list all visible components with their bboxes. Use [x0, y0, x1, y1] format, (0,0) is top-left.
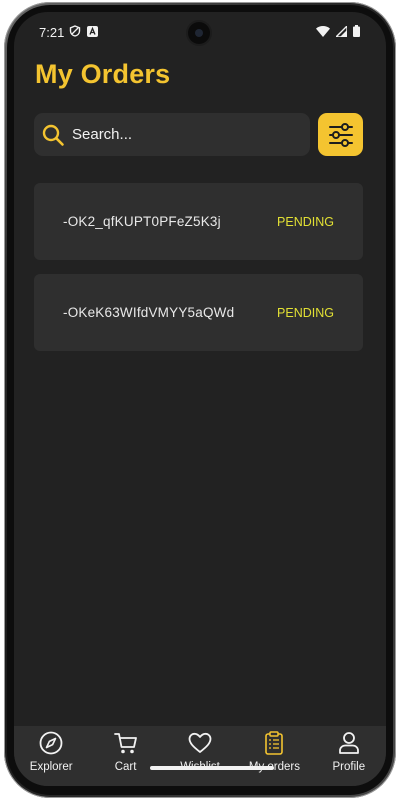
front-camera	[188, 22, 210, 44]
order-card[interactable]: -OKeK63WIfdVMYY5aQWd PENDING	[34, 274, 363, 351]
order-id: -OKeK63WIfdVMYY5aQWd	[63, 305, 235, 320]
signal-icon	[336, 25, 347, 37]
sliders-icon	[328, 122, 353, 147]
nav-label: Explorer	[29, 761, 73, 773]
search-icon	[42, 124, 64, 146]
page-title: My Orders	[35, 59, 171, 89]
app-notification-icon	[87, 25, 98, 37]
order-card[interactable]: -OK2_qfKUPT0PFeZ5K3j PENDING	[34, 183, 363, 260]
clipboard-icon	[265, 731, 284, 755]
user-icon	[338, 732, 359, 754]
wifi-icon	[316, 25, 330, 37]
nav-item-my-orders[interactable]: My orders	[237, 726, 311, 786]
filter-button[interactable]	[318, 113, 363, 156]
nav-item-wishlist[interactable]: Wishlist	[163, 726, 237, 786]
battery-icon	[353, 25, 360, 37]
shield-icon	[69, 25, 81, 37]
nav-label: Profile	[332, 761, 366, 773]
status-bar: 7:21	[14, 12, 386, 52]
compass-icon	[39, 731, 63, 755]
nav-item-cart[interactable]: Cart	[88, 726, 162, 786]
heart-icon	[188, 732, 212, 753]
order-status-badge: PENDING	[277, 214, 334, 229]
search-bar[interactable]	[34, 113, 310, 156]
status-time: 7:21	[39, 25, 65, 40]
search-input[interactable]	[70, 125, 294, 144]
nav-item-explorer[interactable]: Explorer	[14, 726, 88, 786]
nav-item-profile[interactable]: Profile	[312, 726, 386, 786]
bottom-navigation: Explorer Cart Wishlist	[14, 726, 386, 786]
cart-icon	[113, 733, 137, 754]
app-screen: 7:21 My Orders Search... -OK2_qfKUPT0PFe…	[14, 12, 386, 786]
nav-label: Cart	[114, 761, 137, 773]
home-indicator[interactable]	[150, 766, 274, 770]
order-status-badge: PENDING	[277, 305, 334, 320]
order-id: -OK2_qfKUPT0PFeZ5K3j	[63, 214, 221, 229]
order-list: -OK2_qfKUPT0PFeZ5K3j PENDING -OKeK63WIfd…	[34, 183, 363, 365]
